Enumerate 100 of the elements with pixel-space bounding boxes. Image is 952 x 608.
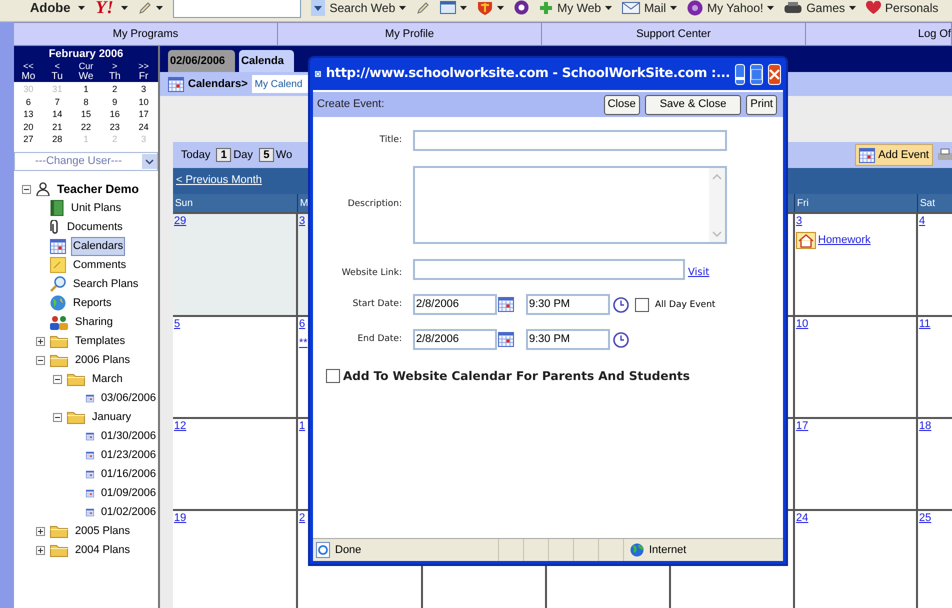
tree-item[interactable]: Unit Plans	[69, 199, 124, 218]
tree-item[interactable]: Templates	[73, 332, 128, 351]
caret-icon[interactable]	[497, 6, 504, 10]
date-link[interactable]: 17	[796, 419, 808, 433]
calendar-day[interactable]: 17	[129, 108, 158, 121]
tab[interactable]: Calenda	[239, 50, 294, 72]
visit-link[interactable]: Visit	[688, 265, 710, 280]
portal-icon[interactable]	[687, 0, 704, 16]
calendar-day[interactable]: 10	[129, 96, 158, 108]
date-link[interactable]: 11	[919, 317, 930, 331]
tree-item[interactable]: Calendars	[71, 237, 126, 256]
logo-text[interactable]: Y!	[95, 0, 114, 21]
calendar-day[interactable]: 9	[100, 96, 130, 108]
tree-item[interactable]: 01/23/2006	[98, 446, 158, 465]
checkbox[interactable]	[635, 298, 649, 312]
caret-icon[interactable]	[121, 6, 128, 10]
nav-link[interactable]: Log Of	[806, 23, 952, 45]
date-link[interactable]: 18	[919, 419, 932, 433]
calendar-day[interactable]: 22	[72, 120, 100, 134]
heart-icon[interactable]	[866, 0, 882, 14]
window-icon[interactable]	[440, 1, 456, 14]
calendar-day[interactable]: 24	[129, 120, 158, 134]
caret-icon[interactable]	[156, 6, 164, 10]
date-link[interactable]: 19	[174, 511, 186, 525]
calendar-day[interactable]: 20	[14, 120, 43, 134]
month-nav-link[interactable]: >	[100, 61, 130, 71]
close-button[interactable]	[768, 64, 781, 84]
calendar-day[interactable]: 1	[72, 83, 100, 96]
calendar-day[interactable]: 3	[129, 83, 158, 96]
nav-link[interactable]: My Profile	[278, 23, 542, 45]
caret-icon[interactable]	[849, 6, 856, 10]
nav-link[interactable]: My Programs	[14, 23, 278, 45]
calendar-day[interactable]: 14	[42, 108, 72, 121]
calendar-day[interactable]: 27	[14, 133, 43, 146]
description-field[interactable]	[413, 166, 727, 244]
search-web-button[interactable]: Search Web	[329, 0, 396, 16]
date-link[interactable]: 4	[919, 214, 926, 228]
minimize-button[interactable]	[735, 64, 745, 84]
calendar-day[interactable]: 2	[100, 83, 130, 96]
view-button[interactable]: Wo	[276, 146, 292, 164]
printer-icon[interactable]	[938, 148, 952, 162]
month-nav-link[interactable]: <<	[14, 61, 43, 71]
tab[interactable]: 02/06/2006	[168, 50, 236, 72]
clock-icon[interactable]	[613, 332, 629, 348]
collapse-icon[interactable]	[22, 184, 31, 194]
nav-link[interactable]: Support Center	[542, 23, 806, 45]
calendar-day[interactable]: 13	[14, 108, 43, 121]
tree-item[interactable]: Documents	[65, 218, 125, 237]
date-link[interactable]: 1	[299, 419, 306, 433]
add-event-button[interactable]: Add Event	[855, 144, 933, 166]
tree-item[interactable]: 01/09/2006	[98, 484, 158, 503]
calendar-day[interactable]: 23	[100, 120, 130, 134]
user-select[interactable]: ---Change User---	[14, 152, 158, 171]
title-field[interactable]	[413, 130, 727, 151]
time-field[interactable]: 9:30 PM	[526, 329, 610, 350]
dialog-button[interactable]: Save & Close	[644, 94, 742, 114]
month-nav-link[interactable]: <	[42, 61, 72, 71]
caret-icon[interactable]	[605, 6, 612, 10]
website-link-field[interactable]	[413, 259, 685, 280]
calendar-day[interactable]: 8	[72, 96, 100, 108]
tree-item[interactable]: March	[90, 370, 125, 389]
view-button[interactable]: Day	[233, 146, 253, 164]
pencil-icon[interactable]	[416, 0, 430, 14]
dropdown-arrow-icon[interactable]	[311, 0, 326, 16]
tree-item[interactable]: 2006 Plans	[73, 351, 132, 370]
event-link[interactable]: **	[299, 335, 308, 352]
toolbar-link[interactable]: My Web	[557, 0, 602, 16]
month-nav-link[interactable]: >>	[129, 61, 158, 71]
date-link[interactable]: 25	[919, 511, 932, 525]
date-field[interactable]: 2/8/2006	[413, 329, 497, 350]
tree-item[interactable]: 03/06/2006	[98, 389, 158, 408]
calendar-day[interactable]: 15	[72, 108, 100, 121]
clock-icon[interactable]	[613, 296, 629, 312]
tree-item[interactable]: Sharing	[73, 313, 115, 332]
search-field[interactable]	[173, 0, 302, 18]
expand-icon[interactable]	[36, 526, 45, 536]
checkbox[interactable]	[326, 369, 340, 383]
game-controller-icon[interactable]	[784, 2, 802, 14]
caret-icon[interactable]	[670, 6, 678, 10]
calendar-day[interactable]: 21	[42, 120, 72, 134]
maximize-button[interactable]	[750, 64, 763, 84]
date-link[interactable]: 3	[796, 214, 802, 228]
tree-item[interactable]: January	[90, 408, 134, 427]
calendar-day[interactable]: 7	[42, 96, 72, 108]
tree-item[interactable]: 2005 Plans	[73, 522, 132, 541]
pencil-icon[interactable]	[138, 0, 152, 14]
event-link[interactable]: Homework	[818, 232, 871, 249]
tree-item[interactable]: 01/30/2006	[98, 427, 158, 446]
tree-item[interactable]: Search Plans	[71, 275, 140, 294]
today-button[interactable]: Today	[181, 146, 210, 164]
toolbar-link[interactable]: Personals	[885, 0, 938, 16]
expand-icon[interactable]	[36, 336, 45, 346]
calendar-day[interactable]: 6	[14, 96, 43, 108]
dialog-button[interactable]: Print	[746, 94, 777, 114]
calendar-day[interactable]: 16	[100, 108, 130, 121]
tree-item[interactable]: Teacher Demo	[55, 179, 141, 200]
date-link[interactable]: 12	[174, 419, 186, 433]
month-nav-link[interactable]: Cur	[72, 61, 100, 71]
collapse-icon[interactable]	[53, 374, 62, 384]
tree-item[interactable]: 2004 Plans	[73, 541, 132, 560]
